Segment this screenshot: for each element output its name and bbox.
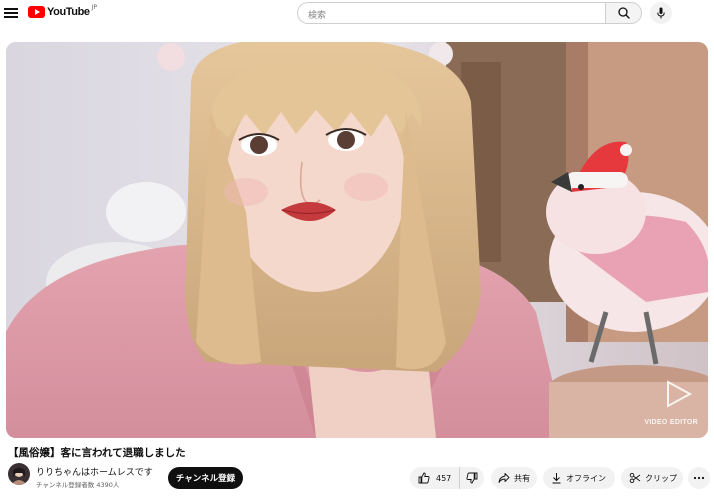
mic-icon (657, 7, 665, 19)
search-icon (618, 7, 630, 19)
logo-text: YouTube (47, 6, 90, 18)
like-dislike-group: 457 (410, 467, 484, 489)
like-count: 457 (436, 473, 452, 483)
like-button[interactable]: 457 (410, 467, 460, 489)
channel-name[interactable]: りりちゃんはホームレスです (36, 465, 153, 478)
offline-download-button[interactable]: オフライン (543, 467, 615, 489)
clip-button[interactable]: クリップ (621, 467, 683, 489)
share-label: 共有 (514, 473, 530, 483)
video-editor-watermark: VIDEO EDITOR (644, 419, 698, 426)
share-icon (498, 473, 510, 483)
more-actions-button[interactable] (688, 467, 710, 489)
voice-search-button[interactable] (650, 2, 672, 24)
video-frame (6, 42, 708, 438)
youtube-logo[interactable]: YouTube JP (28, 3, 98, 18)
masthead: YouTube JP (0, 0, 714, 30)
clip-label: クリップ (645, 473, 677, 483)
dislike-button[interactable] (460, 467, 484, 489)
download-icon (552, 473, 561, 484)
thumbs-down-icon (466, 472, 478, 484)
thumbs-up-icon (418, 472, 430, 484)
scissors-icon (629, 472, 641, 484)
search-button[interactable] (605, 2, 642, 24)
more-horizontal-icon (693, 476, 705, 480)
youtube-play-icon (28, 6, 45, 18)
video-title: 【風俗嬢】客に言われて退職しました (8, 447, 186, 459)
video-player[interactable]: VIDEO EDITOR (6, 42, 708, 438)
offline-label: オフライン (566, 473, 606, 483)
share-button[interactable]: 共有 (491, 467, 537, 489)
channel-avatar[interactable] (8, 463, 30, 485)
menu-icon[interactable] (4, 6, 18, 20)
search-box (297, 2, 605, 26)
logo-country: JP (91, 3, 98, 11)
search-input[interactable] (298, 6, 605, 26)
subscriber-count: チャンネル登録者数 4390人 (36, 481, 120, 489)
subscribe-button[interactable]: チャンネル登録 (168, 467, 243, 489)
